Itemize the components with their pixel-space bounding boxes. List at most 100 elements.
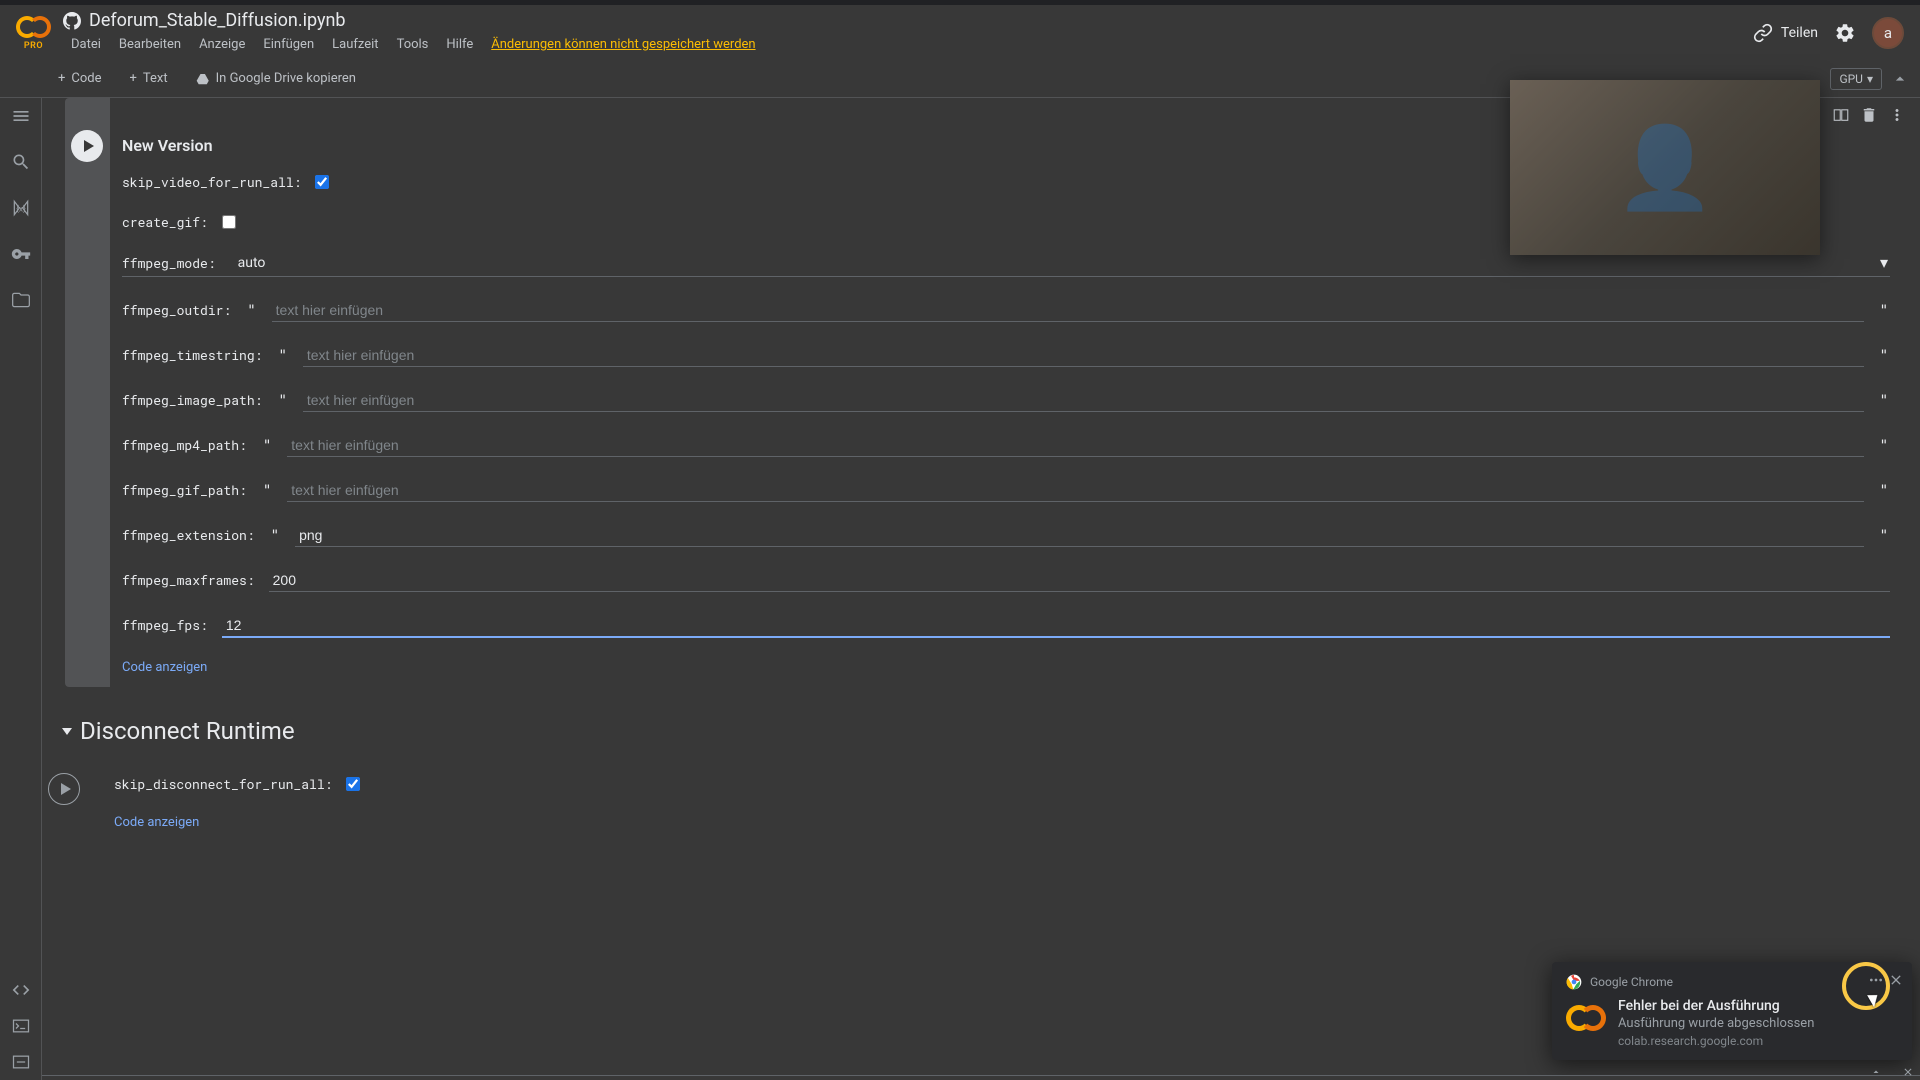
section-disconnect-runtime[interactable]: Disconnect Runtime [62, 717, 1920, 745]
runtime-type-label: GPU [1839, 72, 1863, 86]
share-button[interactable]: Teilen [1753, 23, 1818, 43]
ffmpeg-outdir-label: ffmpeg_outdir: [122, 301, 231, 319]
ffmpeg-maxframes-input[interactable] [269, 569, 1890, 592]
document-title[interactable]: Deforum_Stable_Diffusion.ipynb [89, 10, 346, 31]
ffmpeg-mp4-path-label: ffmpeg_mp4_path: [122, 436, 247, 454]
delete-icon[interactable] [1860, 106, 1878, 124]
quote-close: " [1880, 483, 1888, 499]
copy-drive-label: In Google Drive kopieren [216, 71, 356, 86]
folder-icon[interactable] [11, 290, 31, 310]
chevron-down-icon: ▾ [1867, 72, 1873, 86]
link-icon [1753, 23, 1773, 43]
search-icon[interactable] [11, 152, 31, 172]
notification-title: Fehler bei der Ausführung [1618, 998, 1814, 1014]
bottom-panel-handle[interactable] [42, 1075, 1920, 1080]
plus-icon: + [58, 71, 65, 86]
show-code-link[interactable]: Code anzeigen [114, 815, 1890, 830]
notification-url: colab.research.google.com [1618, 1034, 1814, 1048]
ffmpeg-fps-label: ffmpeg_fps: [122, 616, 208, 634]
skip-disconnect-label: skip_disconnect_for_run_all: [114, 775, 332, 793]
chevron-up-icon[interactable] [1870, 1066, 1882, 1078]
ffmpeg-mode-label: ffmpeg_mode: [122, 254, 216, 272]
quote-close: " [1880, 348, 1888, 364]
avatar[interactable]: a [1872, 17, 1904, 49]
quote-open: " [278, 393, 286, 409]
create-gif-checkbox[interactable] [222, 215, 236, 229]
run-cell-button[interactable] [71, 130, 103, 162]
more-icon[interactable] [1868, 972, 1884, 988]
github-icon [63, 12, 81, 30]
ffmpeg-gif-path-label: ffmpeg_gif_path: [122, 481, 247, 499]
close-icon[interactable] [1902, 1066, 1914, 1078]
menu-insert[interactable]: Einfügen [255, 34, 322, 55]
ffmpeg-mode-select[interactable]: auto [238, 255, 1866, 271]
share-label: Teilen [1781, 25, 1818, 41]
mirror-icon[interactable] [1832, 106, 1850, 124]
add-text-label: Text [143, 71, 168, 86]
skip-disconnect-checkbox[interactable] [346, 777, 360, 791]
quote-open: " [271, 528, 279, 544]
colab-logo-icon [1566, 998, 1606, 1038]
add-text-button[interactable]: + Text [122, 67, 176, 90]
ffmpeg-mp4-path-input[interactable] [287, 434, 1863, 457]
ffmpeg-timestring-input[interactable] [303, 344, 1864, 367]
ffmpeg-extension-label: ffmpeg_extension: [122, 526, 255, 544]
key-icon[interactable] [11, 244, 31, 264]
pro-badge: PRO [24, 41, 43, 51]
show-code-link[interactable]: Code anzeigen [122, 660, 1890, 675]
quote-open: " [247, 303, 255, 319]
quote-open: " [278, 348, 286, 364]
gear-icon[interactable] [1834, 22, 1856, 44]
avatar-letter: a [1884, 24, 1892, 42]
toc-icon[interactable] [11, 106, 31, 126]
run-cell-button[interactable] [48, 773, 80, 805]
add-code-button[interactable]: + Code [50, 67, 110, 90]
menu-edit[interactable]: Bearbeiten [111, 34, 189, 55]
quote-close: " [1880, 438, 1888, 454]
menu-tools[interactable]: Tools [389, 34, 437, 55]
chrome-icon [1566, 974, 1582, 990]
ffmpeg-image-path-label: ffmpeg_image_path: [122, 391, 262, 409]
skip-video-checkbox[interactable] [315, 175, 329, 189]
quote-close: " [1880, 393, 1888, 409]
save-warning[interactable]: Änderungen können nicht gespeichert werd… [483, 34, 763, 55]
create-gif-label: create_gif: [122, 213, 208, 231]
menu-help[interactable]: Hilfe [438, 34, 481, 55]
command-palette-icon[interactable] [11, 1052, 31, 1072]
chevron-up-icon[interactable] [1890, 69, 1910, 89]
ffmpeg-maxframes-label: ffmpeg_maxframes: [122, 571, 255, 589]
notification-toast[interactable]: Google Chrome Fehler bei der Ausführung … [1552, 962, 1912, 1060]
ffmpeg-image-path-input[interactable] [303, 389, 1864, 412]
menu-bar: Datei Bearbeiten Anzeige Einfügen Laufze… [63, 34, 764, 55]
left-rail: {x} [0, 98, 42, 1080]
add-code-label: Code [71, 71, 101, 86]
code-snippets-icon[interactable] [11, 980, 31, 1000]
copy-to-drive-button[interactable]: In Google Drive kopieren [188, 67, 364, 90]
app-header: PRO Deforum_Stable_Diffusion.ipynb Datei… [0, 5, 1920, 60]
close-icon[interactable] [1888, 972, 1904, 988]
runtime-selector[interactable]: GPU ▾ [1830, 68, 1882, 90]
menu-file[interactable]: Datei [63, 34, 109, 55]
section-title: Disconnect Runtime [80, 717, 295, 745]
drive-icon [196, 72, 210, 86]
cell-disconnect: skip_disconnect_for_run_all: Code anzeig… [82, 763, 1920, 842]
variables-icon[interactable]: {x} [11, 198, 31, 218]
svg-text:{x}: {x} [16, 204, 26, 214]
plus-icon: + [130, 71, 137, 86]
notification-app: Google Chrome [1590, 975, 1673, 989]
quote-close: " [1880, 528, 1888, 544]
skip-video-label: skip_video_for_run_all: [122, 173, 301, 191]
more-icon[interactable] [1888, 106, 1906, 124]
webcam-overlay [1510, 80, 1820, 255]
ffmpeg-fps-input[interactable] [222, 614, 1890, 638]
colab-logo: PRO [16, 14, 51, 52]
ffmpeg-gif-path-input[interactable] [287, 479, 1863, 502]
ffmpeg-outdir-input[interactable] [272, 299, 1864, 322]
menu-runtime[interactable]: Laufzeit [324, 34, 386, 55]
terminal-icon[interactable] [11, 1016, 31, 1036]
menu-view[interactable]: Anzeige [191, 34, 253, 55]
chevron-down-icon: ▾ [1880, 253, 1888, 272]
ffmpeg-timestring-label: ffmpeg_timestring: [122, 346, 262, 364]
ffmpeg-extension-input[interactable] [295, 524, 1864, 547]
chevron-down-icon [62, 728, 72, 735]
